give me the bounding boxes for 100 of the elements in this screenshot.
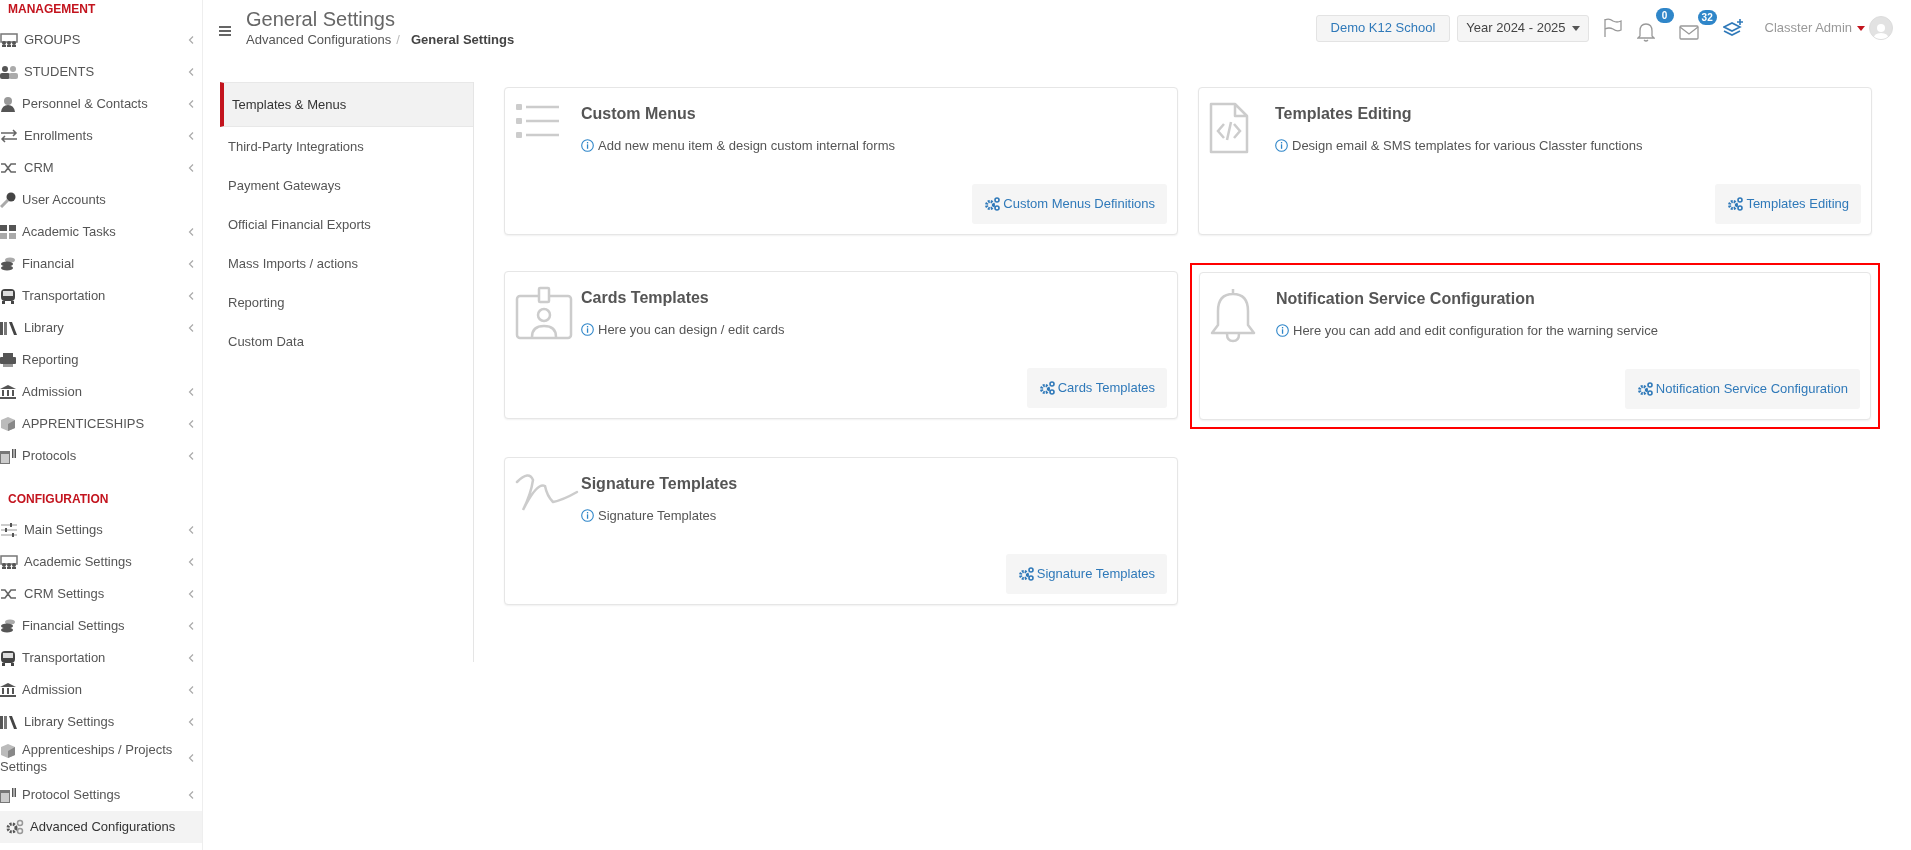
chevron-left-icon [188, 790, 194, 800]
info-icon [581, 139, 594, 153]
card-description: Here you can design / edit cards [598, 321, 785, 339]
card-action-button[interactable]: Signature Templates [1005, 554, 1167, 594]
sidebar-item[interactable]: Academic Settings [0, 546, 202, 578]
bus-icon [0, 288, 16, 304]
card-action-button[interactable]: Custom Menus Definitions [972, 184, 1167, 224]
bank-icon [0, 385, 16, 399]
group-icon [0, 33, 18, 47]
chevron-left-icon [188, 557, 194, 567]
section-heading: CONFIGURATION [7, 491, 110, 508]
subnav-tab[interactable]: Reporting [220, 283, 473, 322]
cabinet-icon [0, 786, 16, 803]
cube-icon [0, 416, 16, 432]
card-description: Here you can add and edit configuration for the warning service [1293, 322, 1658, 340]
chevron-left-icon [188, 35, 194, 45]
cube-icon [0, 742, 16, 759]
subnav-tab[interactable]: Official Financial Exports [220, 205, 473, 244]
chevron-left-icon [188, 323, 194, 333]
shuffle-icon [0, 161, 18, 175]
id-card-icon [515, 286, 573, 340]
school-button[interactable]: Demo K12 School [1315, 14, 1451, 42]
card-action-button[interactable]: Notification Service Configuration [1624, 369, 1860, 409]
subnav-tab[interactable]: Mass Imports / actions [220, 244, 473, 283]
sidebar-item[interactable]: Financial Settings [0, 610, 202, 642]
sidebar-item[interactable]: Admission [0, 376, 202, 408]
page-title: General Settings [246, 7, 396, 31]
gears-icon [1038, 381, 1055, 395]
card-action-button[interactable]: Templates Editing [1715, 184, 1861, 224]
gears-icon [1727, 197, 1744, 211]
card-title: Cards Templates [581, 288, 710, 308]
chevron-left-icon [188, 387, 194, 397]
chevron-left-icon [188, 525, 194, 535]
sidebar-item[interactable]: APPRENTICESHIPS [0, 408, 202, 440]
info-icon [1275, 139, 1288, 153]
sidebar-item[interactable]: Protocol Settings [0, 778, 202, 811]
sidebar-item[interactable]: Personnel & Contacts [0, 88, 202, 120]
chevron-left-icon [188, 259, 194, 269]
card-title: Signature Templates [581, 474, 739, 494]
sidebar-item[interactable]: Library Settings [0, 706, 202, 738]
subnav-tab[interactable]: Third-Party Integrations [220, 127, 473, 166]
chevron-left-icon [188, 451, 194, 461]
card-description: Design email & SMS templates for various Classter functions [1292, 137, 1643, 155]
flag-button[interactable] [1602, 18, 1623, 38]
subnav-tab[interactable]: Templates & Menus [220, 82, 473, 127]
sidebar-item[interactable]: Apprenticeships / Projects Settings [0, 738, 202, 779]
chevron-left-icon [188, 419, 194, 429]
sidebar-item[interactable]: Protocols [0, 440, 202, 472]
sidebar-item[interactable]: Reporting [0, 344, 202, 376]
list-icon [515, 102, 559, 140]
sidebar-item[interactable]: Transportation [0, 642, 202, 674]
year-dropdown[interactable]: Year 2024 - 2025 [1457, 14, 1589, 42]
sidebar-item[interactable]: Academic Tasks [0, 216, 202, 248]
sidebar-item[interactable]: CRM [0, 152, 202, 184]
coins-icon [0, 618, 16, 634]
sidebar-item[interactable]: Admission [0, 674, 202, 706]
chevron-left-icon [188, 131, 194, 141]
sidebar-item[interactable]: Advanced Configurations [0, 810, 202, 843]
menu-icon [219, 26, 231, 36]
sidebar-item[interactable]: CRM Settings [0, 578, 202, 610]
chevron-left-icon [188, 653, 194, 663]
breadcrumb-link[interactable]: Advanced Configurations [246, 31, 392, 49]
chevron-left-icon [188, 227, 194, 237]
card-title: Templates Editing [1275, 104, 1413, 124]
users-icon [0, 65, 18, 79]
layers-plus-button[interactable] [1722, 18, 1745, 38]
gears-icon [1636, 382, 1653, 396]
caret-down-icon [1571, 25, 1580, 31]
chevron-left-icon [188, 589, 194, 599]
books-icon [0, 321, 18, 335]
subnav-tab[interactable]: Payment Gateways [220, 166, 473, 205]
notifications-button[interactable] [1636, 22, 1655, 42]
sidebar-item[interactable]: Library [0, 312, 202, 344]
printer-icon [0, 353, 16, 367]
card-action-button[interactable]: Cards Templates [1026, 368, 1167, 408]
coins-icon [0, 256, 16, 272]
count-badge: 32 [1697, 10, 1717, 25]
chevron-left-icon [188, 685, 194, 695]
count-badge: 0 [1655, 8, 1674, 23]
sidebar-item[interactable]: User Accounts [0, 184, 202, 216]
cabinet-icon [0, 448, 16, 464]
sidebar-item[interactable]: Financial [0, 248, 202, 280]
sliders-icon [0, 523, 18, 537]
shuffle-icon [0, 587, 18, 601]
sidebar-item[interactable]: Enrollments [0, 120, 202, 152]
person-icon [0, 96, 16, 112]
subnav-tab[interactable]: Custom Data [220, 322, 473, 361]
avatar [1869, 16, 1893, 40]
sidebar-item[interactable]: Main Settings [0, 514, 202, 546]
messages-button[interactable] [1678, 24, 1699, 40]
bus-icon [0, 650, 16, 666]
sidebar-item[interactable]: STUDENTS [0, 56, 202, 88]
chevron-left-icon [188, 67, 194, 77]
sidebar-item[interactable]: Transportation [0, 280, 202, 312]
chevron-left-icon [188, 99, 194, 109]
sidebar-item[interactable]: GROUPS [0, 24, 202, 56]
chevron-left-icon [188, 753, 194, 763]
breadcrumb-current: General Settings [410, 31, 515, 49]
chevron-left-icon [188, 717, 194, 727]
gears-icon [984, 197, 1001, 211]
